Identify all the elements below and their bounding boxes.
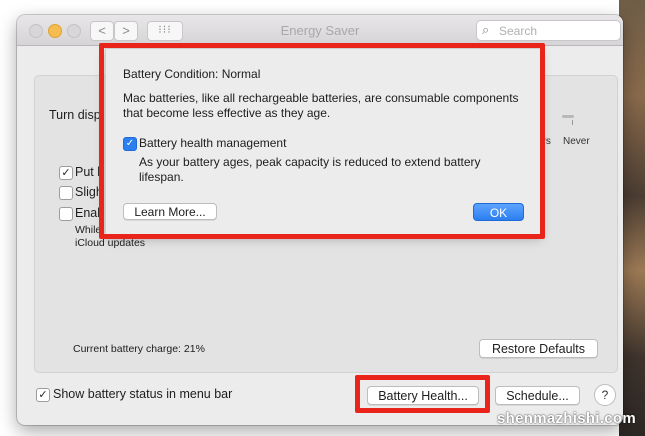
turn-display-off-label: Turn disp bbox=[49, 108, 101, 122]
schedule-button[interactable]: Schedule... bbox=[495, 386, 580, 405]
checkmark-icon: ✓ bbox=[61, 167, 71, 179]
display-sleep-slider[interactable] bbox=[562, 115, 574, 118]
restore-defaults-button[interactable]: Restore Defaults bbox=[479, 339, 598, 358]
watermark: shenmazhishi.com bbox=[497, 410, 637, 427]
search-input[interactable] bbox=[497, 22, 619, 40]
slider-label-never: Never bbox=[563, 136, 590, 147]
option-checkbox-2[interactable] bbox=[59, 186, 73, 200]
option-note-line-1: While bbox=[75, 224, 102, 236]
search-icon: ⌕ bbox=[482, 22, 490, 37]
option-checkbox-3[interactable] bbox=[59, 207, 73, 221]
sheet-highlight-frame bbox=[99, 43, 545, 239]
show-battery-status-checkbox[interactable]: ✓ bbox=[36, 388, 50, 402]
battery-health-highlight-frame bbox=[355, 375, 490, 413]
help-icon[interactable]: ? bbox=[594, 384, 616, 406]
slider-tick bbox=[572, 120, 573, 125]
current-battery-charge: Current battery charge: 21% bbox=[73, 343, 205, 355]
checkmark-icon: ✓ bbox=[38, 389, 48, 401]
search-field[interactable]: ⌕ bbox=[476, 20, 621, 41]
title-bar: < > ⁝⁝⁝ Energy Saver ⌕ bbox=[17, 15, 623, 46]
show-battery-status-label: Show battery status in menu bar bbox=[53, 387, 233, 401]
option-checkbox-1[interactable]: ✓ bbox=[59, 166, 73, 180]
